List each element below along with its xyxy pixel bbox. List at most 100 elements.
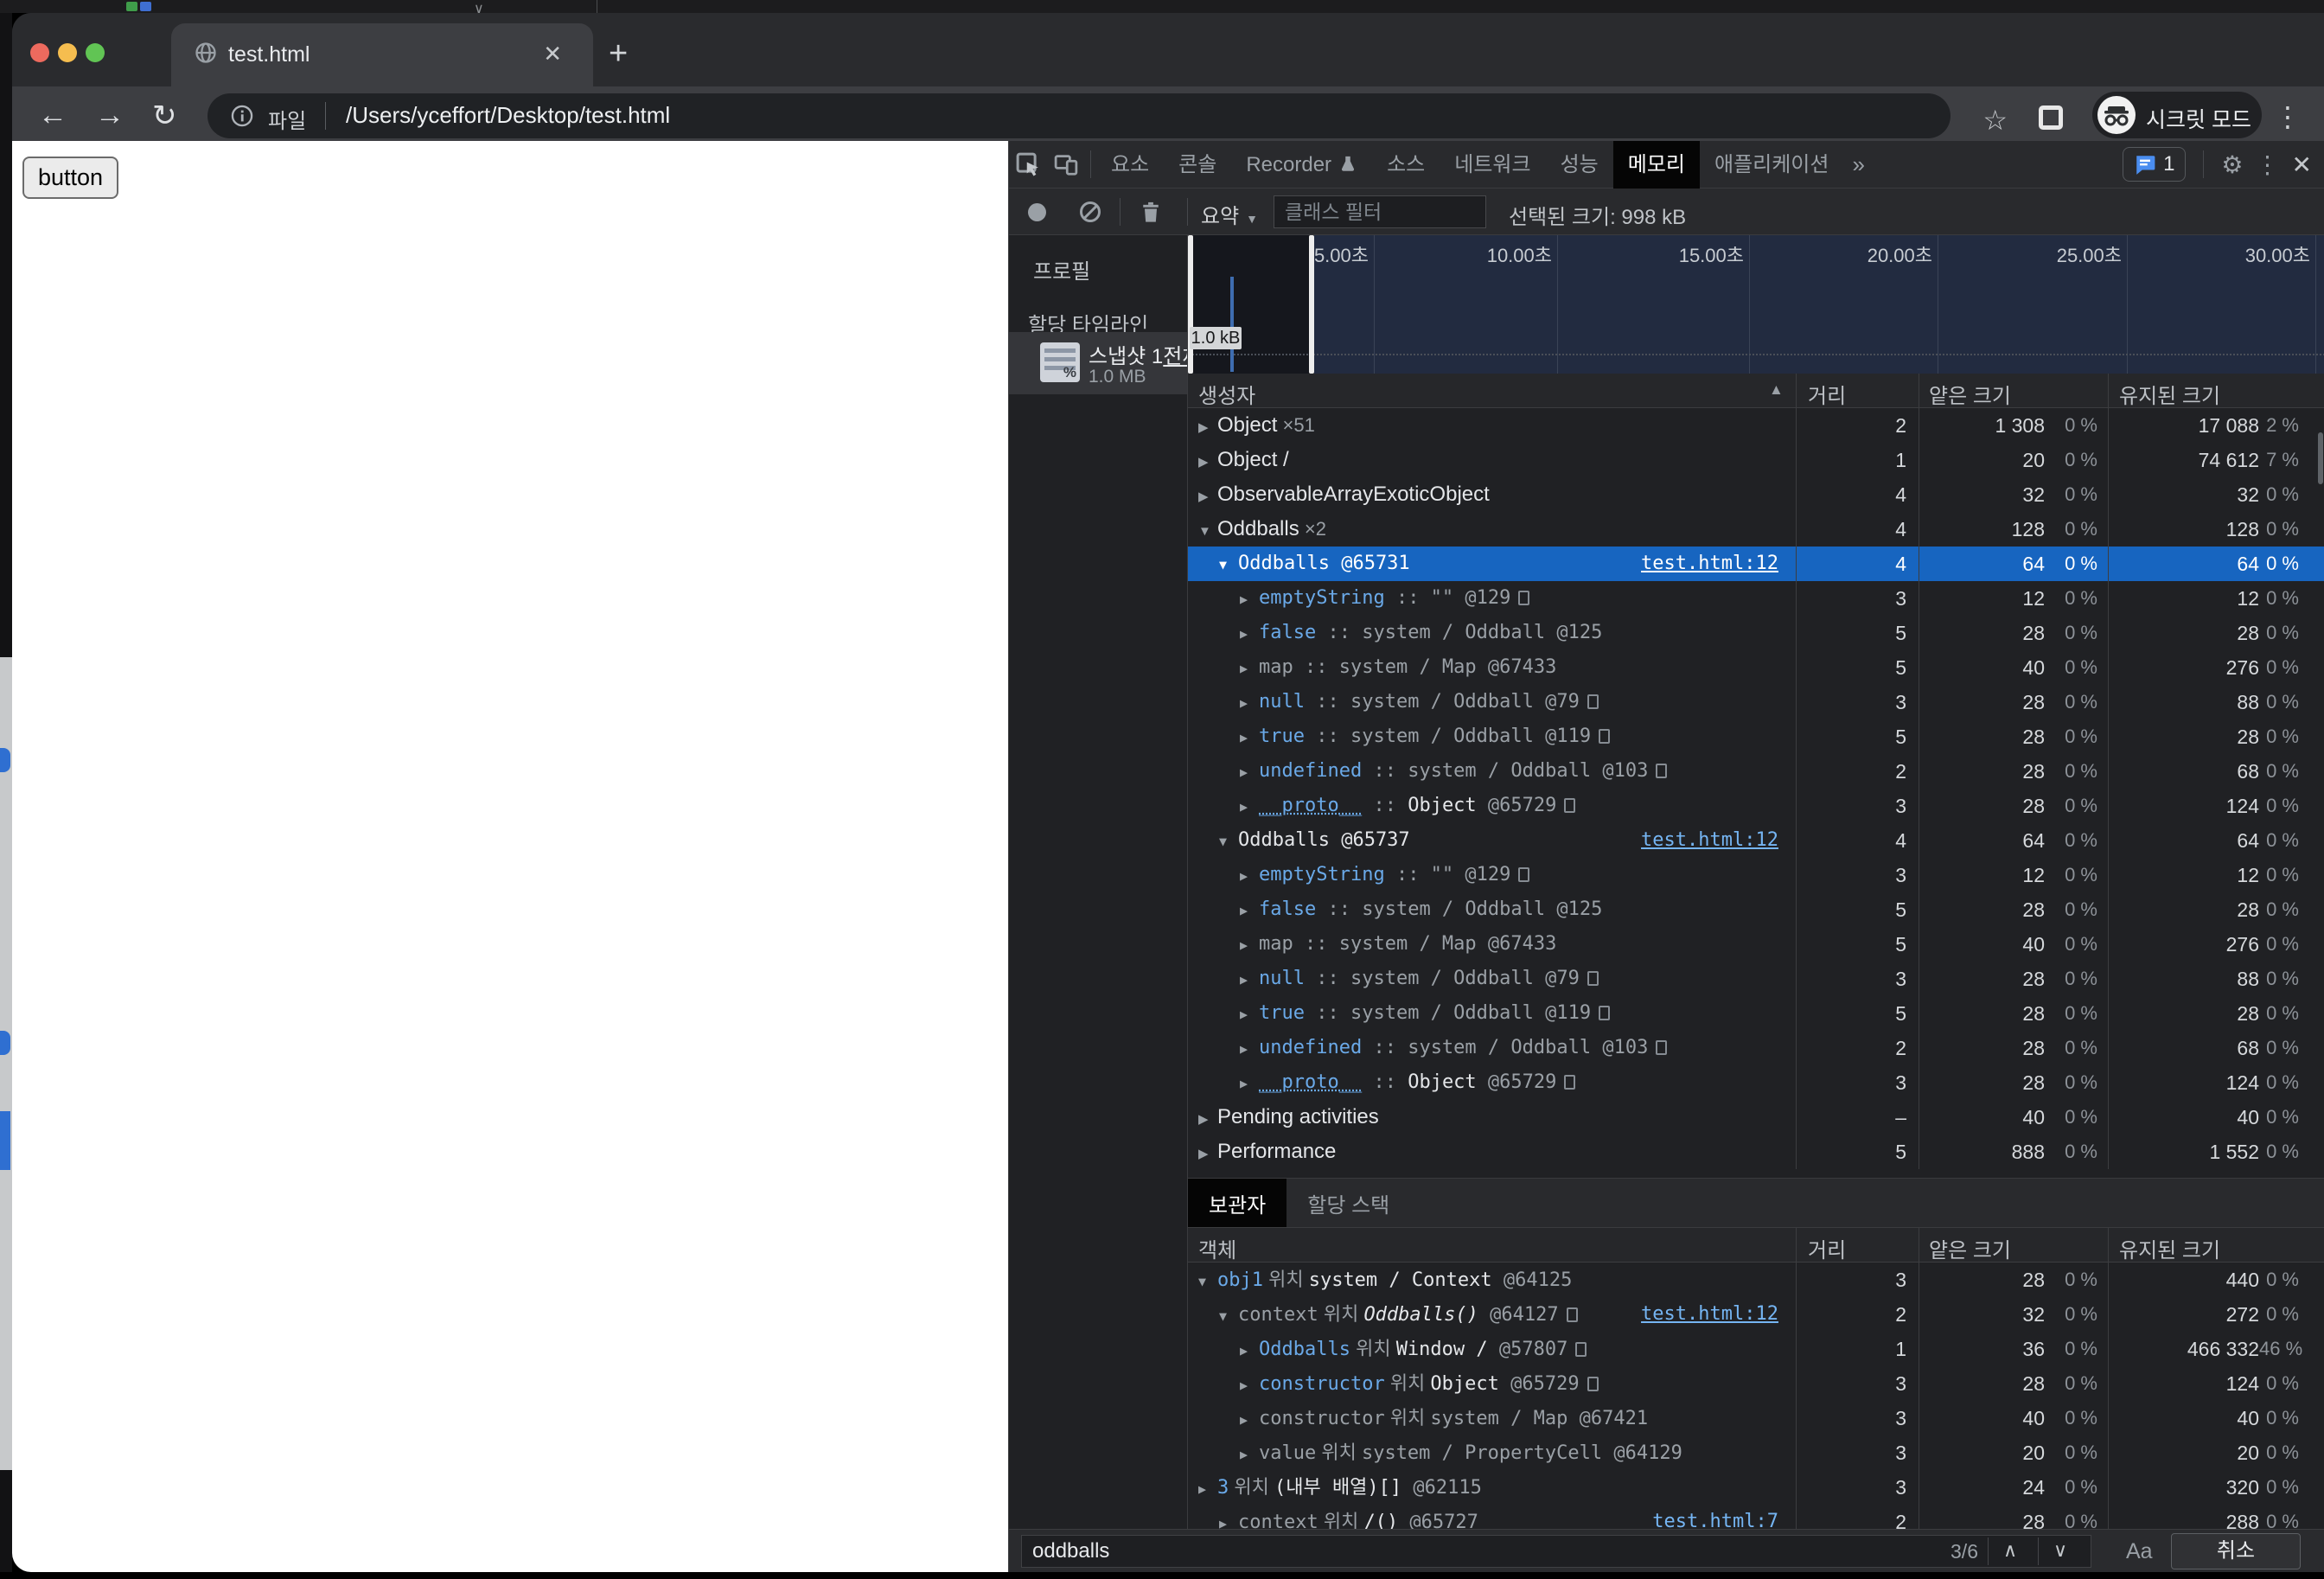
chevron-collapsed-icon[interactable]: ▶ [1240,1368,1259,1401]
tab-할당 스택[interactable]: 할당 스택 [1286,1179,1410,1227]
retainer-table-row[interactable]: ▶Oddballs 위치 Window / @578071360 %466 33… [1188,1332,2324,1366]
snapshot-suffix[interactable]: 전체 [1163,345,1188,368]
heap-table-row[interactable]: ▶Object /1200 %74 6127 % [1188,443,2324,477]
chevron-collapsed-icon[interactable]: ▶ [1240,1333,1259,1366]
chevron-collapsed-icon[interactable]: ▶ [1240,755,1259,789]
clear-icon[interactable] [1080,201,1101,222]
chevron-collapsed-icon[interactable]: ▶ [1198,411,1217,443]
chevron-collapsed-icon[interactable]: ▶ [1240,1437,1259,1470]
heap-table-row[interactable]: ▶false :: system / Oddball @1255280 %280… [1188,616,2324,650]
object-preview-icon[interactable] [1599,729,1610,744]
chevron-expanded-icon[interactable]: ▼ [1219,824,1238,858]
column-distance[interactable]: 거리 [1808,379,1846,409]
search-input[interactable] [1022,1536,1956,1567]
heap-table-row[interactable]: ▶undefined :: system / Oddball @1032280 … [1188,1031,2324,1065]
tab-보관자[interactable]: 보관자 [1188,1179,1286,1227]
column-shallow-size[interactable]: 얕은 크기 [1929,379,2011,409]
column-shallow-size[interactable]: 얕은 크기 [1929,1233,2011,1263]
heap-table-row[interactable]: ▶undefined :: system / Oddball @1032280 … [1188,754,2324,789]
info-icon[interactable] [230,104,254,128]
heap-table-row[interactable]: ▼Oddballs @65731test.html:124640 %640 % [1188,547,2324,581]
chevron-collapsed-icon[interactable]: ▶ [1198,480,1217,512]
chevron-collapsed-icon[interactable]: ▶ [1240,617,1259,650]
scrollbar-thumb[interactable] [2318,432,2323,484]
close-window-button[interactable] [30,43,49,62]
heap-table-row[interactable]: ▶Object ×5121 3080 %17 0882 % [1188,408,2324,443]
chevron-collapsed-icon[interactable]: ▶ [1240,859,1259,892]
selection-handle-right[interactable] [1309,235,1314,374]
chevron-collapsed-icon[interactable]: ▶ [1240,720,1259,754]
object-preview-icon[interactable] [1656,764,1667,778]
chevron-expanded-icon[interactable]: ▼ [1219,1299,1238,1332]
object-preview-icon[interactable] [1575,1342,1587,1357]
heap-table-row[interactable]: ▶__proto__ :: Object @657293280 %1240 % [1188,789,2324,823]
retainers-table-header[interactable]: 객체 거리 얕은 크기 유지된 크기 [1188,1228,2324,1263]
object-preview-icon[interactable] [1567,1307,1578,1322]
heap-table-row[interactable]: ▶ObservableArrayExoticObject4320 %320 % [1188,477,2324,512]
source-link[interactable]: test.html:7 [1652,1505,1778,1529]
issues-counter[interactable]: 1 [2123,147,2186,182]
chevron-collapsed-icon[interactable]: ▶ [1240,651,1259,685]
tab-네트워크[interactable]: 네트워크 [1440,141,1545,189]
heap-table-row[interactable]: ▶false :: system / Oddball @1255280 %280… [1188,892,2324,927]
heap-table-row[interactable]: ▼Oddballs ×241280 %1280 % [1188,512,2324,547]
allocation-timeline[interactable]: 5.00초10.00초15.00초20.00초25.00초30.00초 1.0 … [1188,235,2324,374]
object-preview-icon[interactable] [1518,591,1529,605]
heap-table-row[interactable]: ▶true :: system / Oddball @1195280 %280 … [1188,719,2324,754]
column-retained-size[interactable]: 유지된 크기 [2119,379,2220,409]
tab-메모리[interactable]: 메모리 [1613,141,1700,189]
perspective-select[interactable]: 요약▼ [1201,199,1258,229]
heap-table-row[interactable]: ▶__proto__ :: Object @657293280 %1240 % [1188,1065,2324,1100]
search-previous-icon[interactable]: ∧ [1992,1539,2028,1562]
tab-애플리케이션[interactable]: 애플리케이션 [1700,141,1843,189]
tab-요소[interactable]: 요소 [1096,141,1164,189]
reload-button[interactable]: ↻ [152,99,177,133]
zoom-window-button[interactable] [86,43,105,62]
retainer-table-row[interactable]: ▶context 위치 /() @65727test.html:72280 %2… [1188,1505,2324,1529]
heap-table-row[interactable]: ▼Oddballs @65737test.html:124640 %640 % [1188,823,2324,858]
heap-table-row[interactable]: ▶Pending activities–400 %400 % [1188,1100,2324,1135]
heap-table-row[interactable]: ▶emptyString :: "" @1293120 %120 % [1188,858,2324,892]
chevron-collapsed-icon[interactable]: ▶ [1198,1137,1217,1169]
column-constructor[interactable]: 생성자 [1198,379,1255,409]
object-preview-icon[interactable] [1587,694,1599,709]
heap-table-row[interactable]: ▶map :: system / Map @674335400 %2760 % [1188,650,2324,685]
new-tab-button[interactable]: + [609,35,628,73]
device-toolbar-icon[interactable] [1047,145,1085,183]
retainer-table-row[interactable]: ▶constructor 위치 system / Map @674213400 … [1188,1401,2324,1435]
address-bar[interactable]: 파일 /Users/yceffort/Desktop/test.html [208,93,1950,138]
browser-tab[interactable]: test.html ✕ [171,23,593,86]
chevron-expanded-icon[interactable]: ▼ [1198,1264,1217,1297]
chevron-collapsed-icon[interactable]: ▶ [1240,962,1259,996]
source-link[interactable]: test.html:12 [1641,1297,1778,1332]
retainer-table-row[interactable]: ▼obj1 위치 system / Context @641253280 %44… [1188,1263,2324,1297]
chevron-collapsed-icon[interactable]: ▶ [1240,1032,1259,1065]
devtools-close-icon[interactable]: ✕ [2292,150,2312,179]
chevron-collapsed-icon[interactable]: ▶ [1240,790,1259,823]
chevron-collapsed-icon[interactable]: ▶ [1219,1506,1238,1529]
settings-gear-icon[interactable]: ⚙ [2221,150,2243,179]
chevron-collapsed-icon[interactable]: ▶ [1240,582,1259,616]
object-preview-icon[interactable] [1599,1006,1610,1020]
source-link[interactable]: test.html:12 [1641,823,1778,858]
heap-table-row[interactable]: ▶true :: system / Oddball @1195280 %280 … [1188,996,2324,1031]
search-next-icon[interactable]: ∨ [2042,1539,2078,1562]
devtools-menu-icon[interactable]: ⋮ [2256,150,2280,179]
object-preview-icon[interactable] [1518,867,1529,882]
heap-table-row[interactable]: ▶map :: system / Map @674335400 %2760 % [1188,927,2324,962]
retainer-table-row[interactable]: ▶constructor 위치 Object @657293280 %1240 … [1188,1366,2324,1401]
chevron-collapsed-icon[interactable]: ▶ [1240,893,1259,927]
column-distance[interactable]: 거리 [1808,1233,1846,1263]
cancel-search-button[interactable]: 취소 [2171,1533,2301,1569]
more-tabs-button[interactable]: » [1843,141,1873,189]
tab-성능[interactable]: 성능 [1546,141,1613,189]
column-object[interactable]: 객체 [1198,1233,1236,1263]
chevron-collapsed-icon[interactable]: ▶ [1240,686,1259,719]
source-link[interactable]: test.html:12 [1641,547,1778,581]
chevron-collapsed-icon[interactable]: ▶ [1198,445,1217,477]
object-preview-icon[interactable] [1564,1075,1575,1090]
object-preview-icon[interactable] [1587,971,1599,986]
chevron-collapsed-icon[interactable]: ▶ [1240,928,1259,962]
tab-소스[interactable]: 소스 [1372,141,1440,189]
object-preview-icon[interactable] [1564,798,1575,813]
